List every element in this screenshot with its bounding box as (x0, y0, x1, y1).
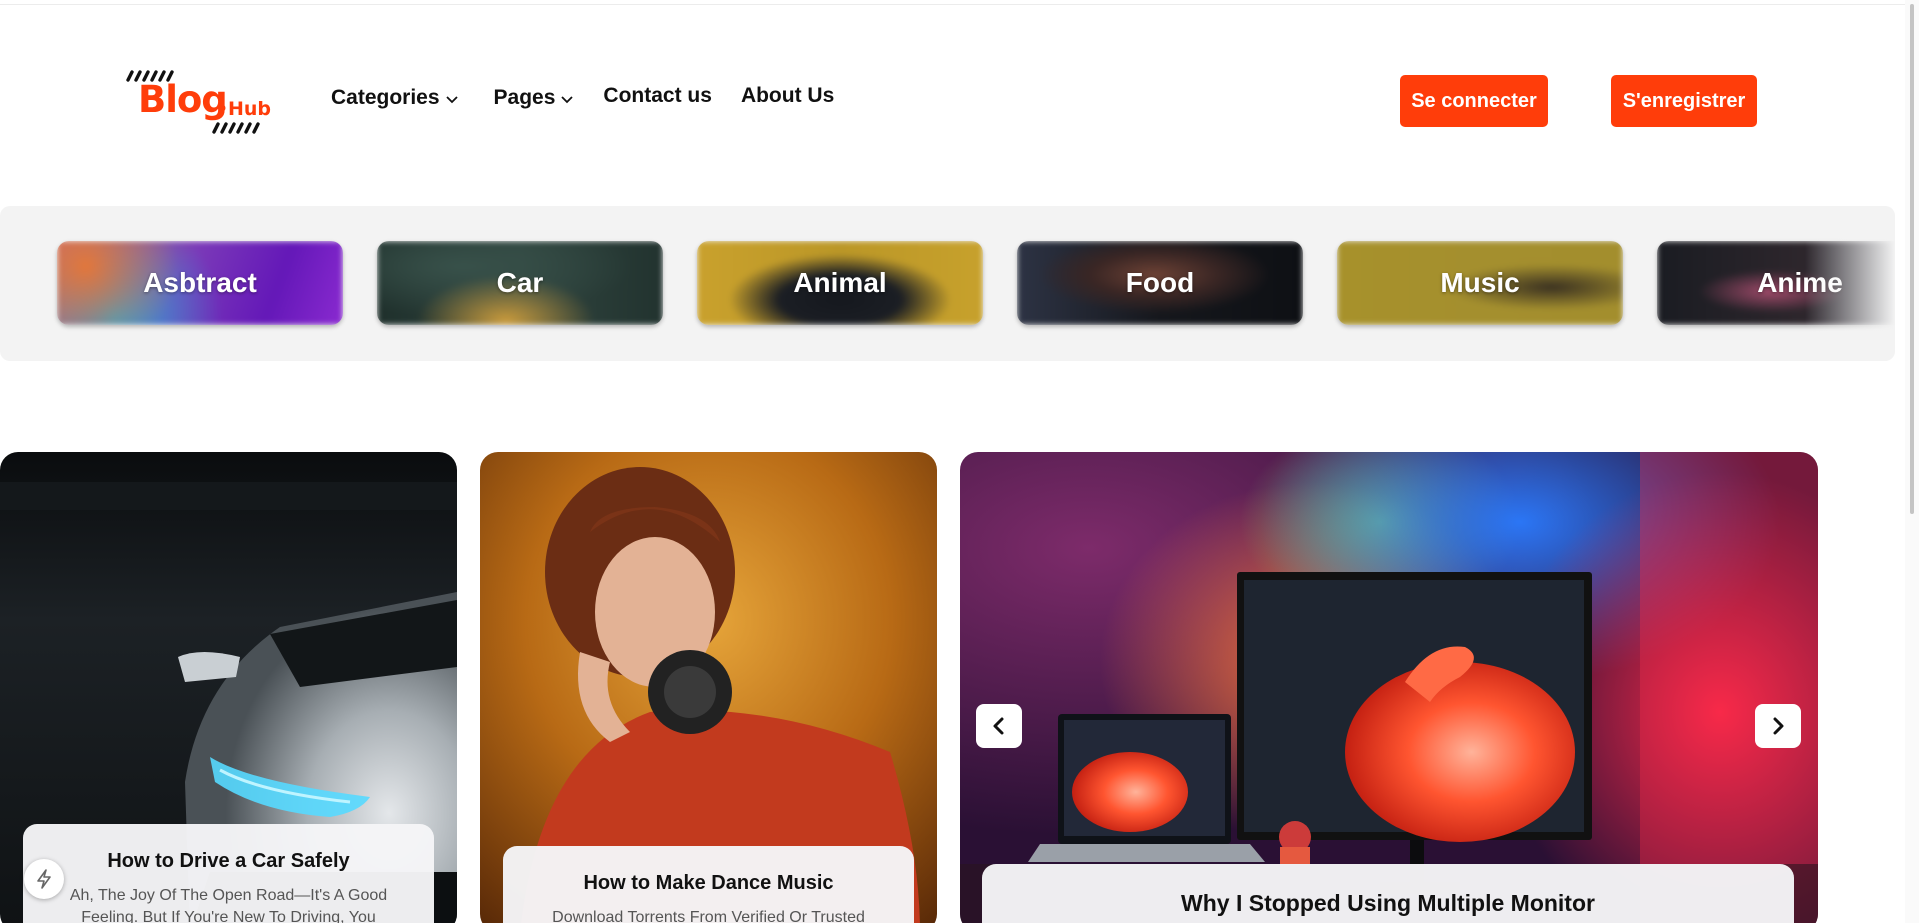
category-card-abstract[interactable]: Asbtract (57, 241, 343, 325)
main-nav: Categories Pages Contact us About Us (331, 84, 834, 110)
chevron-down-icon (561, 95, 574, 103)
post-card-featured[interactable]: Why I Stopped Using Multiple Monitor (960, 452, 1818, 923)
category-label: Music (1440, 267, 1520, 298)
nav-contact-us-label: Contact us (603, 83, 712, 107)
logo-text-main: Blog (138, 78, 228, 121)
chevron-down-icon (445, 95, 458, 103)
post-excerpt: Ah, The Joy Of The Open Road—It's A Good… (69, 887, 388, 923)
nav-categories-label: Categories (331, 86, 440, 109)
logo-text-sub: Hub (228, 98, 272, 120)
login-button[interactable]: Se connecter (1400, 75, 1548, 127)
post-title[interactable]: How to Make Dance Music (503, 872, 914, 895)
post-image-monitor (960, 452, 1818, 923)
blog-hub-logo[interactable]: Blog Hub (122, 68, 272, 138)
category-card-music[interactable]: Music (1337, 241, 1623, 325)
category-card-animal[interactable]: Animal (697, 241, 983, 325)
post-caption: How to Make Dance Music Download Torrent… (503, 846, 914, 923)
post-card-car[interactable]: How to Drive a Car Safely Ah, The Joy Of… (0, 452, 457, 923)
nav-about-us-label: About Us (740, 83, 835, 107)
post-caption: How to Drive a Car Safely Ah, The Joy Of… (23, 824, 434, 923)
page-scrollbar[interactable] (1905, 0, 1919, 923)
category-label: Animal (793, 267, 887, 298)
carousel-next-button[interactable] (1755, 704, 1801, 748)
post-card-music[interactable]: How to Make Dance Music Download Torrent… (480, 452, 937, 923)
category-carousel: Asbtract Car Animal Food Music Anime (0, 206, 1895, 361)
category-label: Food (1125, 267, 1195, 298)
carousel-fade-edge (1805, 206, 1895, 361)
chevron-left-icon (993, 717, 1004, 735)
page: Blog Hub Categories Pages Contact us Abo… (0, 0, 1919, 923)
nav-pages-label: Pages (493, 86, 556, 109)
post-caption: Why I Stopped Using Multiple Monitor (982, 864, 1794, 923)
quick-action-badge[interactable] (24, 859, 64, 899)
register-button[interactable]: S'enregistrer (1611, 75, 1757, 127)
carousel-prev-button[interactable] (976, 704, 1022, 748)
bolt-icon (37, 869, 51, 889)
post-title[interactable]: Why I Stopped Using Multiple Monitor (982, 890, 1794, 917)
post-title[interactable]: How to Drive a Car Safely (23, 850, 434, 873)
nav-about-us[interactable]: About Us (741, 84, 834, 108)
category-card-food[interactable]: Food (1017, 241, 1303, 325)
nav-contact-us[interactable]: Contact us (603, 84, 712, 108)
top-divider (0, 4, 1919, 5)
category-card-car[interactable]: Car (377, 241, 663, 325)
category-label: Car (496, 267, 544, 298)
post-excerpt: Download Torrents From Verified Or Trust… (552, 909, 865, 923)
nav-categories[interactable]: Categories (331, 86, 459, 110)
chevron-right-icon (1773, 717, 1784, 735)
nav-pages[interactable]: Pages (494, 86, 575, 110)
scrollbar-thumb[interactable] (1910, 4, 1914, 514)
category-label: Asbtract (143, 267, 257, 298)
